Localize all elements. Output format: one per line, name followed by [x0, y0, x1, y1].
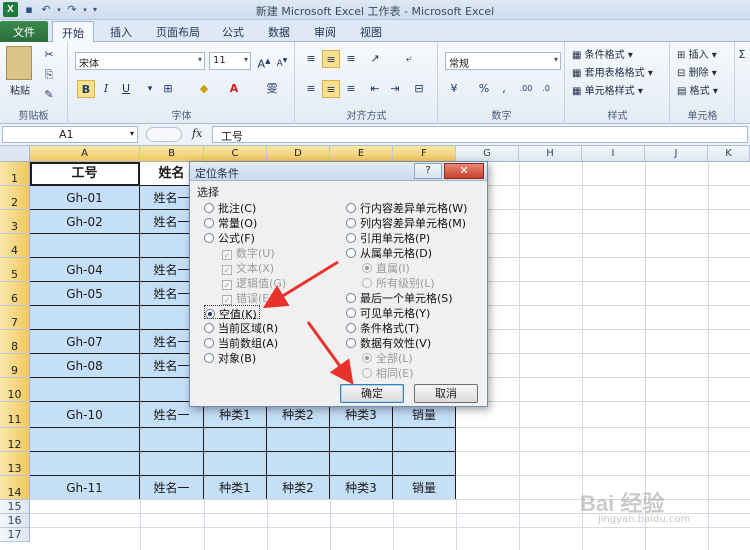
arrow-to-blanks [262, 260, 339, 309]
arrow-to-ok [306, 321, 354, 385]
watermark-url: jingyan.baidu.com [598, 514, 691, 525]
annotation-arrows [262, 260, 354, 385]
